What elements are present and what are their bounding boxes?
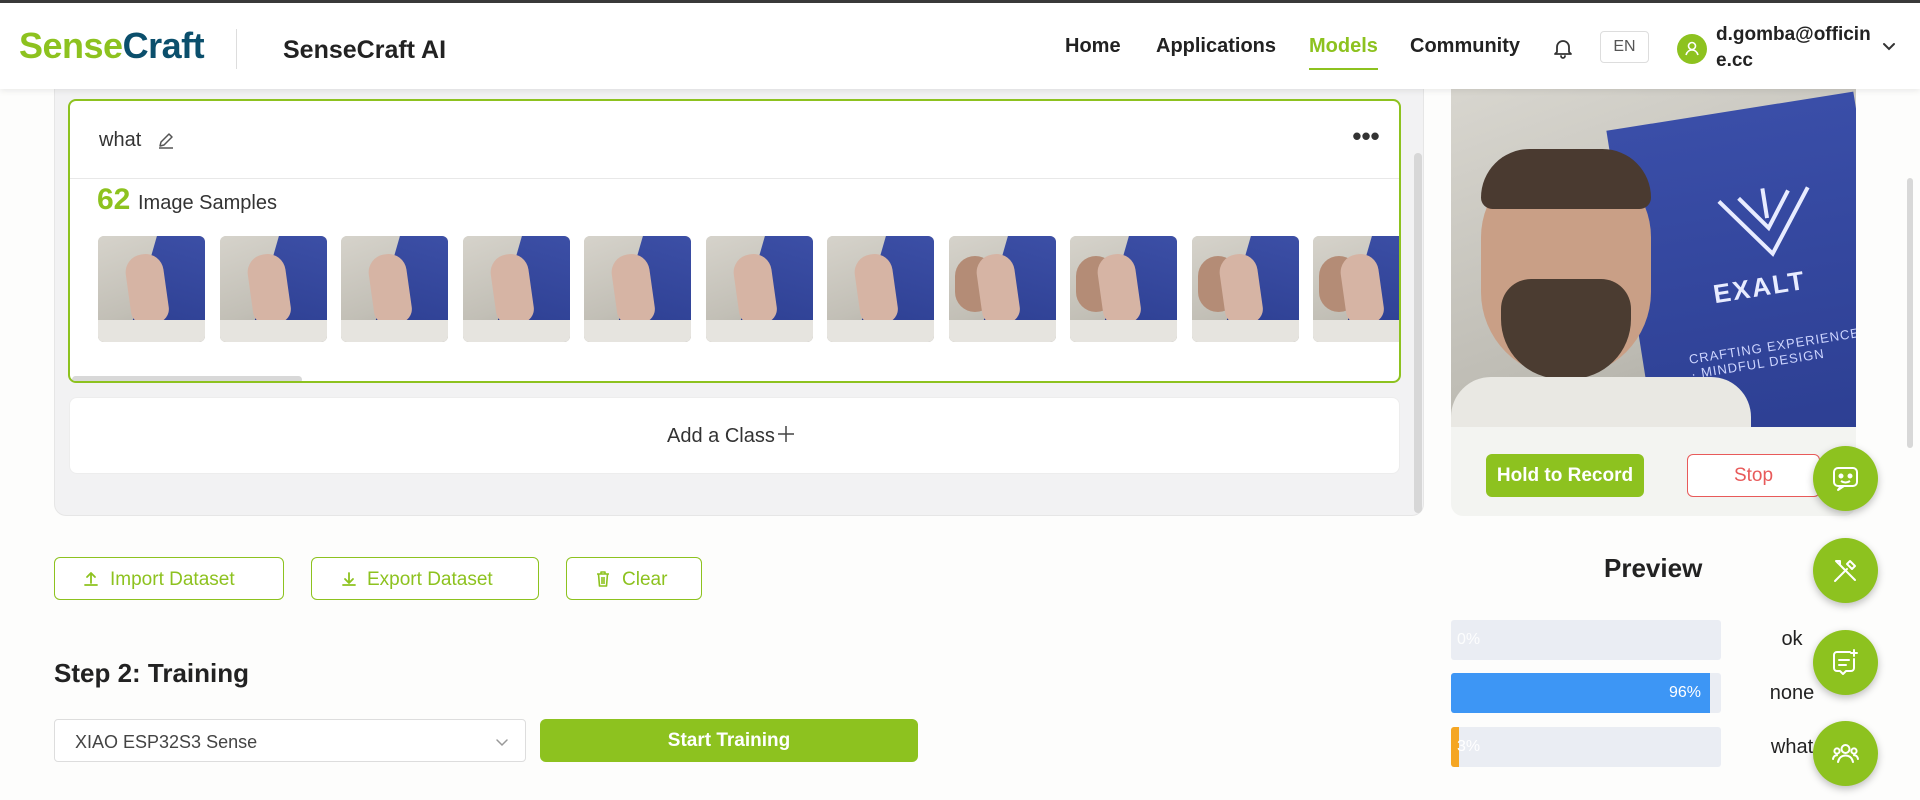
plus-icon — [778, 426, 794, 442]
device-select-value: XIAO ESP32S3 Sense — [75, 732, 258, 752]
feedback-button[interactable] — [1813, 630, 1878, 695]
thumbnail-scrollbar[interactable] — [72, 376, 302, 381]
nav-models[interactable]: Models — [1309, 35, 1378, 70]
sample-thumbnail[interactable] — [220, 236, 327, 342]
preview-percent: 0% — [1457, 631, 1481, 648]
sample-count-label: Image Samples — [138, 192, 277, 214]
sample-thumbnail[interactable] — [949, 236, 1056, 342]
add-class-label: Add a Class — [667, 425, 775, 447]
nav-home[interactable]: Home — [1065, 35, 1121, 58]
clear-button[interactable]: Clear — [566, 557, 702, 600]
sample-thumbnail-strip — [98, 236, 1399, 344]
start-training-button[interactable]: Start Training — [540, 719, 918, 762]
upload-icon — [84, 572, 98, 586]
sample-thumbnail[interactable] — [463, 236, 570, 342]
trash-icon — [597, 571, 609, 587]
app-name: SenseCraft AI — [283, 36, 447, 64]
avatar[interactable] — [1677, 34, 1707, 64]
preview-percent: 3% — [1457, 738, 1481, 755]
top-header: SenseCraft SenseCraft AI Home Applicatio… — [0, 3, 1920, 89]
nav-applications[interactable]: Applications — [1156, 35, 1276, 58]
user-email[interactable]: d.gomba@officine.cc — [1716, 22, 1886, 74]
nav-community[interactable]: Community — [1410, 35, 1520, 58]
import-dataset-button[interactable]: Import Dataset — [54, 557, 284, 600]
sample-thumbnail[interactable] — [341, 236, 448, 342]
class-list-scrollbar[interactable] — [1414, 153, 1422, 513]
card-divider — [70, 178, 1399, 179]
class-card: what ••• 62 Image Samples — [68, 99, 1401, 383]
header-divider — [236, 29, 237, 69]
tools-icon — [1834, 560, 1856, 582]
stop-button[interactable]: Stop — [1687, 454, 1820, 497]
logo-suffix: Craft — [122, 25, 205, 66]
preview-title: Preview — [1604, 553, 1703, 583]
clear-label: Clear — [622, 569, 668, 590]
language-selector[interactable]: EN — [1600, 31, 1649, 63]
device-select[interactable]: XIAO ESP32S3 Sense — [54, 719, 526, 762]
more-options-icon[interactable]: ••• — [1346, 123, 1386, 155]
chevron-down-icon — [496, 739, 508, 747]
community-icon — [1832, 744, 1859, 763]
chevron-down-icon[interactable] — [1880, 37, 1898, 55]
step-2-title: Step 2: Training — [54, 658, 250, 688]
preview-bar-what: 3% — [1451, 727, 1721, 767]
sample-thumbnail[interactable] — [1192, 236, 1299, 342]
class-name: what — [99, 129, 142, 151]
export-dataset-label: Export Dataset — [367, 569, 493, 590]
feedback-icon — [1833, 649, 1858, 675]
preview-percent: 96% — [1669, 684, 1702, 701]
page-scrollbar[interactable] — [1907, 178, 1913, 448]
community-button[interactable] — [1813, 721, 1878, 786]
pencil-icon[interactable] — [156, 130, 176, 150]
hold-to-record-button[interactable]: Hold to Record — [1486, 454, 1644, 497]
chat-bot-icon — [1833, 467, 1858, 491]
logo-prefix: Sense — [19, 25, 123, 66]
preview-bar-ok: 0% — [1451, 620, 1721, 660]
sensecraft-logo[interactable]: SenseCraft — [19, 25, 205, 67]
sample-thumbnail[interactable] — [1313, 236, 1399, 342]
tools-button[interactable] — [1813, 538, 1878, 603]
download-icon — [342, 572, 356, 586]
add-class-button[interactable]: Add a Class — [69, 397, 1400, 474]
sample-thumbnail[interactable] — [98, 236, 205, 342]
import-dataset-label: Import Dataset — [110, 569, 235, 590]
user-icon — [1685, 41, 1699, 56]
sample-thumbnail[interactable] — [827, 236, 934, 342]
exalt-logo-icon — [1717, 186, 1810, 257]
chat-bot-button[interactable] — [1813, 446, 1878, 511]
bell-icon[interactable] — [1551, 36, 1575, 60]
sample-thumbnail[interactable] — [584, 236, 691, 342]
camera-feed: EXALT CRAFTING EXPERIENCES · MINDFUL DES… — [1451, 89, 1856, 427]
sample-thumbnail[interactable] — [1070, 236, 1177, 342]
preview-bar-none: 96% — [1451, 673, 1721, 713]
export-dataset-button[interactable]: Export Dataset — [311, 557, 539, 600]
sample-thumbnail[interactable] — [706, 236, 813, 342]
sample-count: 62 — [97, 183, 131, 216]
